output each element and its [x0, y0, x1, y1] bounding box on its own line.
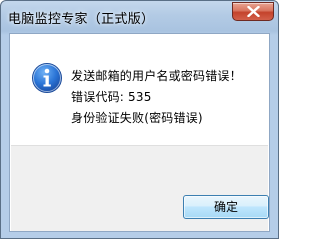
- error-message: 发送邮箱的用户名或密码错误！: [71, 69, 242, 83]
- error-detail: 身份验证失败(密码错误): [71, 111, 203, 125]
- ok-button[interactable]: 确定: [183, 195, 269, 219]
- dialog-window: 电脑监控专家（正式版） 发送邮箱的用户名或密码错误！ 错误代码: 535 身份验…: [0, 0, 279, 239]
- info-icon: [32, 63, 62, 93]
- dialog-content: 发送邮箱的用户名或密码错误！ 错误代码: 535 身份验证失败(密码错误) 确定: [9, 33, 270, 232]
- title-bar[interactable]: 电脑监控专家（正式版）: [1, 1, 278, 33]
- button-bar: 确定: [11, 145, 269, 231]
- close-icon: [247, 6, 260, 17]
- close-button[interactable]: [232, 2, 274, 21]
- window-title: 电脑监控专家（正式版）: [8, 12, 155, 27]
- error-code: 错误代码: 535: [71, 90, 152, 104]
